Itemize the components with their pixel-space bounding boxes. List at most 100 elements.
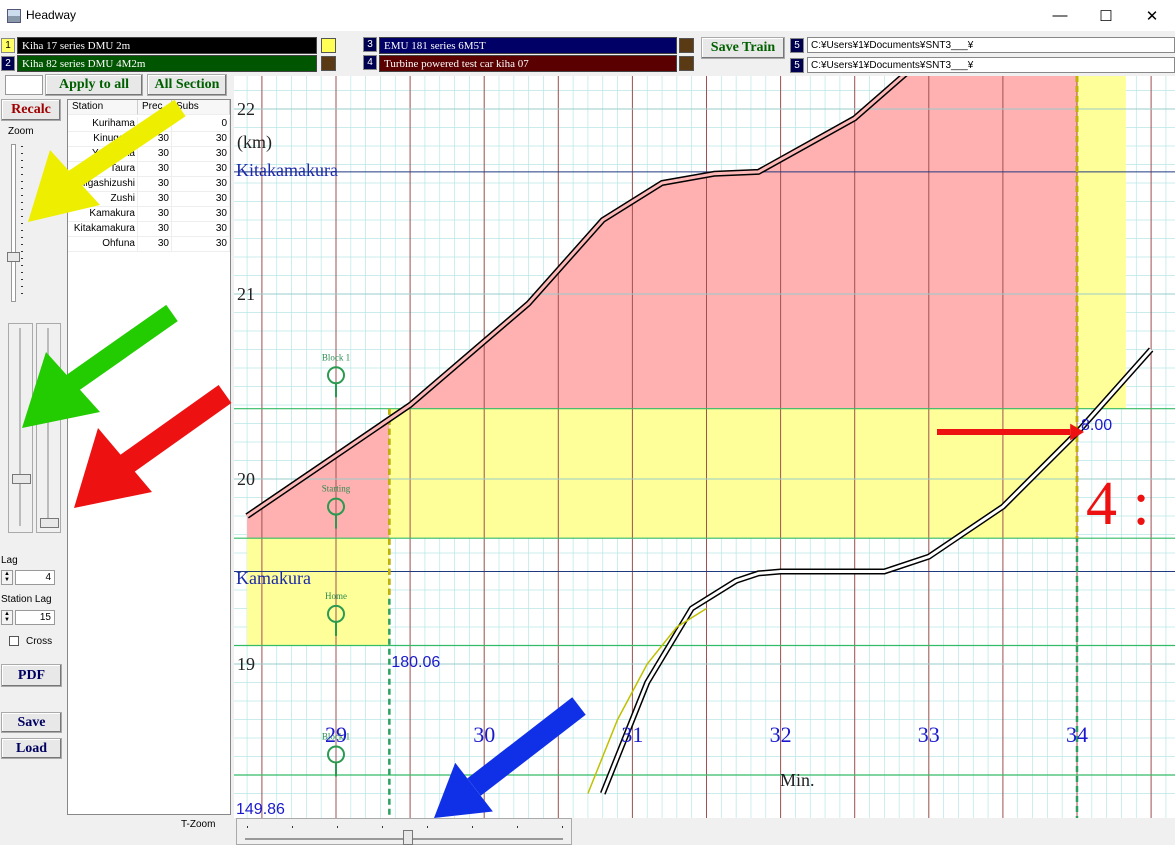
tzoom-slider-thumb[interactable] [403,830,413,845]
station-table[interactable]: Station Prec Subs Kurihama 0 Kinugasa 30 30 Y… [67,99,231,815]
subs-cell[interactable]: 30 [172,222,230,237]
zoom-slider[interactable] [5,140,31,304]
table-row[interactable]: Kinugasa 30 30 [68,132,230,147]
km-axis-label: 19 [237,654,255,674]
save-train-button[interactable]: Save Train [701,37,785,59]
subs-cell[interactable]: 30 [172,237,230,252]
signal-label: Block 1 [322,352,350,362]
apply-value-input[interactable] [5,75,43,95]
prec-cell[interactable] [138,117,172,132]
y-unit-label: (km) [237,132,272,153]
apply-to-all-button[interactable]: Apply to all [45,74,143,96]
prec-cell[interactable]: 30 [138,237,172,252]
zoom-slider-thumb[interactable] [7,252,20,262]
table-header: Station Prec Subs [68,100,230,115]
prec-cell[interactable]: 30 [138,207,172,222]
table-row[interactable]: Zushi 30 30 [68,192,230,207]
minute-axis-label: 30 [473,722,495,747]
headway-chart[interactable]: Block 1StartingHomeBlock 122212019(km)29… [234,76,1175,818]
station-cell[interactable]: Ohfuna [68,237,138,252]
train-name[interactable]: Kiha 17 series DMU 2m [17,37,317,54]
train-number: 4 [363,55,377,70]
station-lag-input[interactable]: 15 [15,610,55,625]
table-row[interactable]: Yokosuka 30 30 [68,147,230,162]
column-header-station[interactable]: Station [68,100,138,115]
recalc-button[interactable]: Recalc [1,99,61,121]
prec-cell[interactable]: 30 [138,132,172,147]
prec-cell[interactable]: 30 [138,192,172,207]
table-row[interactable]: Kamakura 30 30 [68,207,230,222]
save-button[interactable]: Save [1,712,62,733]
station-cell[interactable]: Kurihama [68,117,138,132]
path-number: 5 [790,58,804,73]
train-color-swatch[interactable] [321,56,336,71]
subs-cell[interactable]: 30 [172,132,230,147]
station-lag-spinner-arrows[interactable]: ▲ ▼ [1,610,13,625]
station-cell[interactable]: Kinugasa [68,132,138,147]
prec-cell[interactable]: 30 [138,177,172,192]
subs-cell[interactable]: 30 [172,147,230,162]
station-cell[interactable]: Zushi [68,192,138,207]
lag-label: Lag [1,555,18,566]
cross-checkbox[interactable] [9,636,19,646]
station-cell[interactable]: Taura [68,162,138,177]
load-button[interactable]: Load [1,738,62,759]
prec-cell[interactable]: 30 [138,147,172,162]
app-icon [7,9,21,23]
slider-thumb[interactable] [40,518,59,528]
slider-thumb[interactable] [12,474,31,484]
table-row[interactable]: Taura 30 30 [68,162,230,177]
time-readout: 8.00 [1081,417,1112,434]
station-lag-label: Station Lag [1,594,52,605]
minute-axis-label: 32 [770,722,792,747]
subs-cell[interactable]: 30 [172,207,230,222]
vertical-slider-right[interactable] [36,323,61,533]
caution-zone-yellow [247,538,390,646]
maximize-button[interactable]: ☐ [1083,0,1129,31]
subs-cell[interactable]: 30 [172,192,230,207]
close-button[interactable]: ✕ [1129,0,1175,31]
path-field-2[interactable]: C:¥Users¥1¥Documents¥SNT3___¥ [807,57,1175,73]
cross-label: Cross [26,636,53,647]
table-row[interactable]: Higashizushi 30 30 [68,177,230,192]
path-field-1[interactable]: C:¥Users¥1¥Documents¥SNT3___¥ [807,37,1175,53]
station-cell[interactable]: Kamakura [68,207,138,222]
column-header-subs[interactable]: Subs [172,100,230,115]
prec-cell[interactable]: 30 [138,162,172,177]
train-name[interactable]: Turbine powered test car kiha 07 [379,55,677,72]
train-name[interactable]: Kiha 82 series DMU 4M2m [17,55,317,72]
train-color-swatch[interactable] [679,56,694,71]
km-axis-label: 22 [237,99,255,119]
train-color-swatch[interactable] [321,38,336,53]
minute-axis-label: 34 [1066,722,1088,747]
table-row[interactable]: Ohfuna 30 30 [68,237,230,252]
tzoom-label: T-Zoom [181,819,216,830]
lag-input[interactable]: 4 [15,570,55,585]
vertical-slider-left[interactable] [8,323,33,533]
table-row[interactable]: Kurihama 0 [68,117,230,132]
station-cell[interactable]: Higashizushi [68,177,138,192]
prec-cell[interactable]: 30 [138,222,172,237]
minimize-button[interactable]: — [1037,0,1083,31]
table-row[interactable]: Kitakamakura 30 30 [68,222,230,237]
train-number: 3 [363,37,377,52]
train-name[interactable]: EMU 181 series 6M5T [379,37,677,54]
signal-label: Home [325,591,347,601]
station-label: Kamakura [236,568,311,588]
tzoom-slider[interactable] [236,818,572,845]
subs-cell[interactable]: 30 [172,162,230,177]
signal-label: Starting [322,484,351,494]
zoom-label: Zoom [8,126,34,137]
station-cell[interactable]: Kitakamakura [68,222,138,237]
subs-cell[interactable]: 30 [172,177,230,192]
subs-cell[interactable]: 0 [172,117,230,132]
station-cell[interactable]: Yokosuka [68,147,138,162]
minute-axis-label: 33 [918,722,940,747]
train-color-swatch[interactable] [679,38,694,53]
column-header-prec[interactable]: Prec [138,100,172,115]
caution-zone-yellow [389,408,1077,539]
lag-spinner-arrows[interactable]: ▲ ▼ [1,570,13,585]
path-number: 5 [790,38,804,53]
pdf-button[interactable]: PDF [1,664,62,687]
all-section-button[interactable]: All Section [147,74,227,96]
